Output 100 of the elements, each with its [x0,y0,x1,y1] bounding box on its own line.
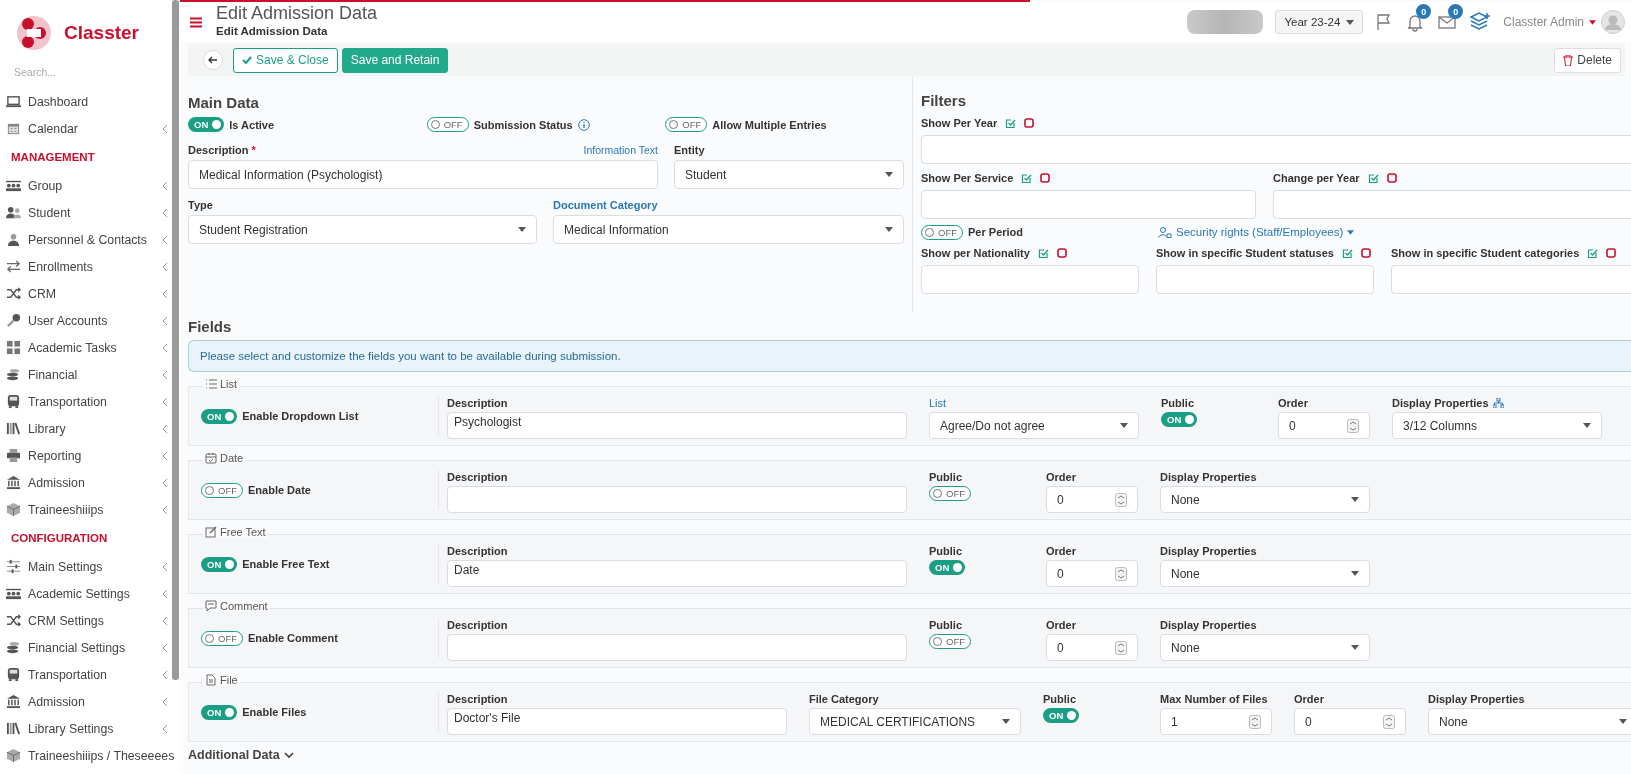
sidebar-item[interactable]: Traineeshiiips / Theseeees [0,742,172,769]
toggle-switch[interactable]: OFF [929,634,971,649]
dropdown-field[interactable]: None [1160,634,1370,661]
sidebar-item[interactable]: Library Settings [0,715,172,742]
field-label: Order [1294,693,1325,705]
dropdown-field[interactable]: None [1160,486,1370,513]
toggle-switch[interactable]: OFF [665,117,708,132]
spinner-icon[interactable] [1347,418,1359,433]
description-field[interactable] [447,634,907,661]
checkbox-icon[interactable] [1587,247,1599,259]
toggle-switch[interactable]: OFF [201,630,243,646]
caret-icon [1351,571,1359,576]
sidebar-item[interactable]: Admission [0,688,172,715]
sidebar-item[interactable]: Academic Tasks [0,334,172,361]
layers-icon[interactable] [1469,12,1492,32]
scrollbar[interactable] [172,0,179,680]
number-field[interactable]: 0 [1046,560,1138,587]
caret-icon [885,172,893,177]
additional-data-toggle[interactable]: Additional Data [188,748,280,762]
sidebar-item[interactable]: Reporting [0,442,172,469]
sidebar-item[interactable]: Traineeshiiips [0,496,172,523]
dropdown-field[interactable]: None [1428,708,1631,735]
sidebar-item[interactable]: CRM Settings [0,607,172,634]
field-label: File Category [809,693,880,705]
sidebar-item[interactable]: Financial Settings [0,634,172,661]
filter-field[interactable] [1156,265,1374,294]
toggle-switch[interactable]: OFF [921,224,963,240]
information-text-link[interactable]: Information Text [583,144,658,156]
type-dropdown[interactable]: Student Registration [188,215,537,244]
description-field[interactable] [447,486,907,513]
sidebar-item[interactable]: Calendar [0,115,172,142]
square-icon[interactable] [1386,173,1397,183]
year-dropdown[interactable]: Year 23-24 [1275,10,1364,34]
dropdown-field[interactable]: Agree/Do not agree [929,412,1139,439]
number-field[interactable]: 0 [1046,634,1138,661]
sidebar-item[interactable]: Library [0,415,172,442]
sidebar-item[interactable]: Admission [0,469,172,496]
sidebar-item[interactable]: Transportation [0,661,172,688]
sidebar-item[interactable]: Transportation [0,388,172,415]
dropdown-field[interactable]: 3/12 Columns [1392,412,1602,439]
sidebar-item[interactable]: Dashboard [0,88,172,115]
number-field[interactable]: 1 [1160,708,1272,735]
square-icon[interactable] [1024,118,1035,128]
menu-icon[interactable] [190,16,202,28]
square-icon[interactable] [1606,248,1617,258]
category-dropdown[interactable]: Medical Information [553,215,904,244]
checkbox-icon[interactable] [1021,172,1033,184]
sidebar-item[interactable]: CRM [0,280,172,307]
checkbox-icon[interactable] [1367,172,1379,184]
spinner-icon[interactable] [1115,566,1127,581]
avatar-icon[interactable] [1601,10,1625,34]
entity-dropdown[interactable]: Student [674,160,904,189]
square-icon[interactable] [1056,248,1067,258]
page-subtitle: Edit Admission Data [216,25,329,37]
number-field[interactable]: 0 [1046,486,1138,513]
filter-field[interactable] [1273,190,1631,219]
user-name[interactable]: Classter Admin [1503,15,1584,29]
square-icon[interactable] [1040,173,1051,183]
checkbox-icon[interactable] [1037,247,1049,259]
user-lock-icon [1158,226,1173,238]
spinner-icon[interactable] [1115,640,1127,655]
sidebar-item[interactable]: Academic Settings [0,580,172,607]
checkbox-icon[interactable] [1341,247,1353,259]
description-field[interactable]: Doctor's File [447,708,787,735]
sidebar-item[interactable]: Group [0,172,172,199]
spinner-icon[interactable] [1249,714,1261,729]
description-field[interactable]: Medical Information (Psychologist) [188,160,658,189]
spinner-icon[interactable] [1383,714,1395,729]
filter-field[interactable] [921,190,1256,219]
number-field[interactable]: 0 [1278,412,1370,439]
toggle-switch[interactable]: OFF [929,486,971,501]
sidebar-item[interactable]: Enrollments [0,253,172,280]
toggle-switch[interactable]: OFF [201,482,243,498]
checkbox-icon[interactable] [1005,117,1017,129]
sidebar-item[interactable]: Student [0,199,172,226]
description-field[interactable]: Date [447,560,907,587]
field-label: Max Number of Files [1160,693,1269,705]
filter-field[interactable] [921,265,1139,294]
back-button[interactable] [203,50,223,70]
cube-icon [6,502,21,517]
caret-icon[interactable] [1589,19,1596,25]
shuffle-icon [6,613,21,628]
field-label: Public [1043,693,1077,705]
person-icon [6,232,21,247]
sidebar-item[interactable]: User Accounts [0,307,172,334]
toggle-switch[interactable]: OFF [426,117,469,132]
sidebar-item[interactable]: Financial [0,361,172,388]
delete-button[interactable]: Delete [1554,47,1621,73]
dropdown-field[interactable]: None [1160,560,1370,587]
spinner-icon[interactable] [1115,492,1127,507]
description-field[interactable]: Psychologist [447,412,907,439]
filter-field[interactable] [1391,265,1631,294]
sidebar-item[interactable]: Personnel & Contacts [0,226,172,253]
square-icon[interactable] [1360,248,1371,258]
dropdown-field[interactable]: MEDICAL CERTIFICATIONS [809,708,1021,735]
security-rights-link[interactable]: Security rights (Staff/Employees) [1158,226,1355,238]
sidebar-item[interactable]: Main Settings [0,553,172,580]
filter-field[interactable] [921,135,1631,164]
number-field[interactable]: 0 [1294,708,1406,735]
chevron-down-icon[interactable] [283,751,294,759]
